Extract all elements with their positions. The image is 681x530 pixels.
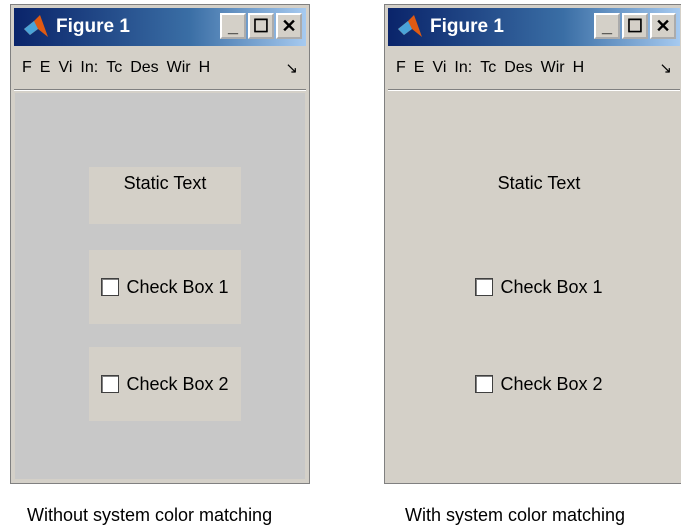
titlebar[interactable]: Figure 1 _ ☐ ✕ [14, 8, 306, 46]
matlab-logo-icon [398, 15, 422, 37]
menu-divider [388, 89, 680, 91]
menu-window[interactable]: Wir [541, 59, 565, 77]
menubar: F E Vi In: Tc Des Wir H ↘ [14, 53, 306, 83]
menu-overflow-icon[interactable]: ↘ [285, 59, 298, 77]
menu-insert[interactable]: In: [80, 59, 98, 77]
caption-right: With system color matching [405, 505, 626, 525]
check-box-2[interactable]: Check Box 2 [463, 347, 615, 421]
titlebar[interactable]: Figure 1 _ ☐ ✕ [388, 8, 680, 46]
close-button[interactable]: ✕ [276, 13, 302, 39]
menu-insert[interactable]: In: [454, 59, 472, 77]
check-box-2-label: Check Box 2 [500, 373, 603, 394]
check-box-1[interactable]: Check Box 1 [89, 250, 241, 324]
check-box-1-label: Check Box 1 [126, 276, 229, 297]
menu-help[interactable]: H [573, 59, 585, 77]
window-title: Figure 1 [56, 16, 130, 37]
figure-content: Static Text Check Box 1 Check Box 2 [15, 93, 305, 479]
menu-tools[interactable]: Tc [480, 59, 496, 77]
menu-file[interactable]: F [396, 59, 406, 77]
menu-view[interactable]: Vi [432, 59, 446, 77]
maximize-button[interactable]: ☐ [622, 13, 648, 39]
check-box-1-label: Check Box 1 [500, 276, 603, 297]
menu-desktop[interactable]: Des [504, 59, 532, 77]
menu-window[interactable]: Wir [167, 59, 191, 77]
menu-file[interactable]: F [22, 59, 32, 77]
minimize-button[interactable]: _ [220, 13, 246, 39]
checkbox-square[interactable] [101, 375, 120, 393]
static-text: Static Text [89, 167, 241, 224]
menu-desktop[interactable]: Des [130, 59, 158, 77]
menu-edit[interactable]: E [414, 59, 425, 77]
figure-content: Static Text Check Box 1 Check Box 2 [389, 93, 679, 479]
menu-tools[interactable]: Tc [106, 59, 122, 77]
menu-divider [14, 89, 306, 91]
menu-edit[interactable]: E [40, 59, 51, 77]
menu-help[interactable]: H [199, 59, 211, 77]
check-box-2[interactable]: Check Box 2 [89, 347, 241, 421]
checkbox-square[interactable] [101, 278, 120, 296]
figure-window-right: Figure 1 _ ☐ ✕ F E Vi In: Tc Des Wir H ↘… [384, 4, 681, 484]
figure-window-left: Figure 1 _ ☐ ✕ F E Vi In: Tc Des Wir H ↘… [10, 4, 310, 484]
maximize-button[interactable]: ☐ [248, 13, 274, 39]
close-button[interactable]: ✕ [650, 13, 676, 39]
menu-overflow-icon[interactable]: ↘ [659, 59, 672, 77]
checkbox-square[interactable] [475, 375, 494, 393]
checkbox-square[interactable] [475, 278, 494, 296]
caption-left: Without system color matching [27, 505, 273, 525]
menubar: F E Vi In: Tc Des Wir H ↘ [388, 53, 680, 83]
check-box-1[interactable]: Check Box 1 [463, 250, 615, 324]
menu-view[interactable]: Vi [58, 59, 72, 77]
check-box-2-label: Check Box 2 [126, 373, 229, 394]
minimize-button[interactable]: _ [594, 13, 620, 39]
window-title: Figure 1 [430, 16, 504, 37]
static-text: Static Text [497, 173, 581, 193]
matlab-logo-icon [24, 15, 48, 37]
